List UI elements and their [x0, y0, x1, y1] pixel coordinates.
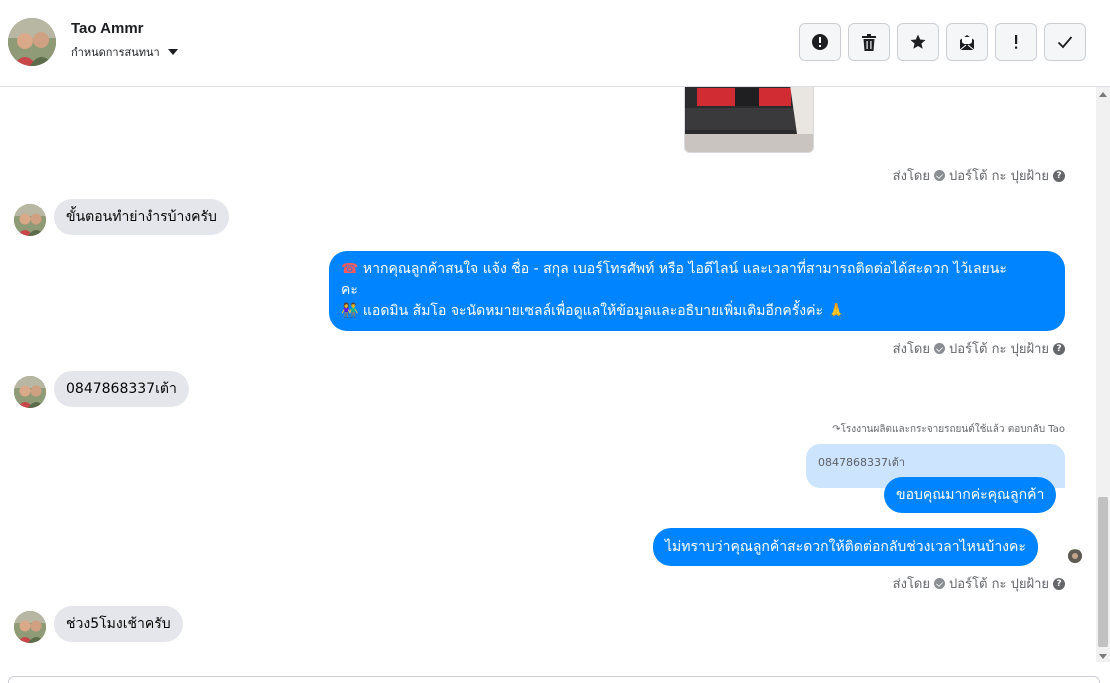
- sent-by-label: ส่งโดย: [892, 577, 930, 592]
- conversation-header: Tao Ammr กำหนดการสนทนา: [0, 0, 1110, 87]
- mark-unread-button[interactable]: [946, 23, 988, 61]
- check-circle-icon: [934, 170, 945, 181]
- message-line: ☎ หากคุณลูกค้าสนใจ แจ้ง ชื่อ - สกุล เบอร…: [341, 259, 1053, 280]
- important-button[interactable]: [995, 23, 1037, 61]
- scroll-down-arrow-icon[interactable]: [1099, 654, 1107, 659]
- sent-by-label: ส่งโดย: [892, 342, 930, 357]
- contact-avatar[interactable]: [8, 18, 56, 66]
- message-text: แอดมิน ส้มโอ จะนัดหมายเซลล์เพื่อดูแลให้ข…: [362, 303, 823, 319]
- message-text: หากคุณลูกค้าสนใจ แจ้ง ชื่อ - สกุล เบอร์โ…: [362, 261, 1007, 277]
- report-spam-button[interactable]: [799, 23, 841, 61]
- thread-scrollbar[interactable]: [1096, 87, 1110, 662]
- sender-name: ปอร์โต้ กะ ปุยฝ้าย: [949, 577, 1049, 592]
- conversation-toolbar: [799, 23, 1086, 61]
- image-attachment[interactable]: [684, 87, 814, 153]
- message-thread[interactable]: ส่งโดย ปอร์โต้ กะ ปุยฝ้าย ? ขั้นตอนทำย่า…: [0, 87, 1096, 662]
- reply-arrow-icon: ↷: [832, 424, 841, 435]
- message-line: 👫 แอดมิน ส้มโอ จะนัดหมายเซลล์เพื่อดูแลให…: [341, 301, 1053, 322]
- contact-avatar-small: [14, 204, 46, 236]
- contact-name[interactable]: Tao Ammr: [71, 20, 144, 37]
- help-icon[interactable]: ?: [1053, 577, 1065, 590]
- envelope-icon: [959, 35, 975, 51]
- caret-down-icon: [167, 49, 178, 55]
- check-circle-icon: [934, 578, 945, 589]
- check-icon: [1057, 36, 1073, 49]
- delete-button[interactable]: [848, 23, 890, 61]
- exclamation-icon: [1015, 35, 1018, 49]
- incoming-message[interactable]: 0847868337เต้า: [54, 371, 189, 407]
- done-button[interactable]: [1044, 23, 1086, 61]
- pray-icon: 🙏: [827, 303, 845, 319]
- sent-by-label: ส่งโดย: [892, 169, 930, 184]
- scroll-up-arrow-icon[interactable]: [1099, 92, 1107, 97]
- check-circle-icon: [934, 343, 945, 354]
- trash-icon: [862, 33, 876, 51]
- people-icon: 👫: [341, 303, 359, 319]
- seen-avatar: [1068, 549, 1082, 563]
- help-icon[interactable]: ?: [1053, 169, 1065, 182]
- telephone-icon: ☎: [341, 261, 359, 277]
- help-icon[interactable]: ?: [1053, 342, 1065, 355]
- outgoing-message[interactable]: ☎ หากคุณลูกค้าสนใจ แจ้ง ชื่อ - สกุล เบอร…: [329, 251, 1065, 331]
- contact-avatar-small: [14, 376, 46, 408]
- sender-name: ปอร์โต้ กะ ปุยฝ้าย: [949, 169, 1049, 184]
- sender-name: ปอร์โต้ กะ ปุยฝ้าย: [949, 342, 1049, 357]
- message-composer[interactable]: [8, 676, 1100, 683]
- star-icon: [910, 34, 926, 49]
- reply-note: ↷โรงงานผลิตและกระจายรถยนต์ใช้แล้ว ตอบกลั…: [832, 422, 1065, 437]
- message-meta: ส่งโดย ปอร์โต้ กะ ปุยฝ้าย ?: [893, 573, 1065, 594]
- message-meta: ส่งโดย ปอร์โต้ กะ ปุยฝ้าย ?: [893, 338, 1065, 359]
- contact-avatar-small: [14, 611, 46, 643]
- message-line: คะ: [341, 280, 1053, 301]
- assign-conversation-dropdown[interactable]: กำหนดการสนทนา: [71, 43, 178, 61]
- alert-circle-icon: [812, 34, 828, 50]
- outgoing-message[interactable]: ขอบคุณมากค่ะคุณลูกค้า: [884, 477, 1057, 513]
- reply-note-text: โรงงานผลิตและกระจายรถยนต์ใช้แล้ว ตอบกลับ…: [840, 424, 1065, 435]
- assign-label: กำหนดการสนทนา: [71, 46, 160, 59]
- star-button[interactable]: [897, 23, 939, 61]
- inbox-conversation-view: Tao Ammr กำหนดการสนทนา ส่งโดย ปอร์โต้ กะ…: [0, 0, 1110, 683]
- message-meta: ส่งโดย ปอร์โต้ กะ ปุยฝ้าย ?: [893, 165, 1065, 186]
- incoming-message[interactable]: ช่วง5โมงเช้าครับ: [54, 606, 183, 642]
- outgoing-message[interactable]: ไม่ทราบว่าคุณลูกค้าสะดวกให้ติดต่อกลับช่ว…: [653, 528, 1038, 566]
- incoming-message[interactable]: ขั้นตอนทำย่างำรบ้างครับ: [54, 199, 229, 235]
- message-text: คะ: [341, 282, 358, 298]
- scrollbar-thumb[interactable]: [1098, 497, 1108, 647]
